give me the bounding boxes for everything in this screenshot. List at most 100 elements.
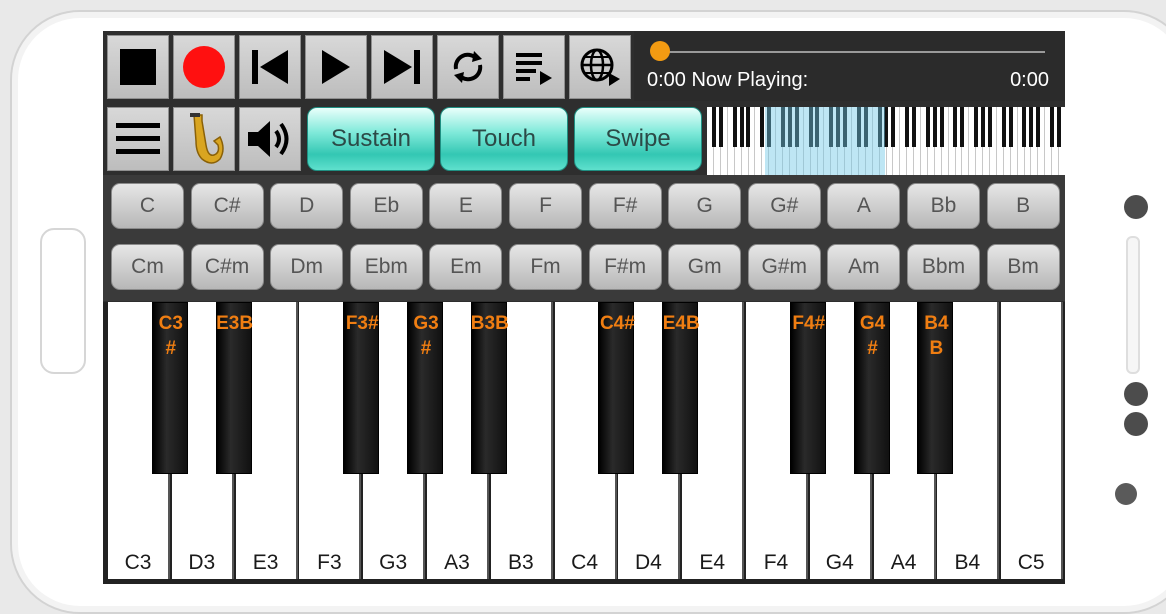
- chord-button-f[interactable]: F: [509, 183, 582, 229]
- mini-black-key: [739, 107, 744, 147]
- black-key-1[interactable]: E3B: [215, 302, 253, 474]
- chord-button-d[interactable]: D: [270, 183, 344, 229]
- mini-black-key: [891, 107, 896, 147]
- total-time: 0:00: [1010, 69, 1049, 91]
- record-button[interactable]: [173, 35, 235, 99]
- touch-button[interactable]: Touch: [440, 107, 568, 171]
- white-key-label: B3: [507, 551, 534, 574]
- mini-black-key: [1036, 107, 1041, 147]
- globe-icon: [579, 47, 621, 87]
- mini-black-key: [912, 107, 916, 147]
- mini-black-key: [732, 107, 737, 147]
- chord-button-fsharpm[interactable]: F#m: [588, 244, 662, 290]
- white-key-label: F4: [763, 551, 789, 574]
- stop-button[interactable]: [107, 35, 169, 99]
- mini-black-key: [746, 107, 751, 147]
- progress-track[interactable]: [652, 51, 1045, 53]
- now-playing-label: 0:00 Now Playing:: [647, 69, 809, 91]
- white-key-label: A4: [890, 551, 917, 574]
- visible-range-highlight[interactable]: [765, 107, 885, 175]
- chord-button-bb[interactable]: Bb: [907, 183, 980, 229]
- chord-button-fm[interactable]: Fm: [509, 244, 582, 290]
- skip-back-button[interactable]: [239, 35, 301, 99]
- chord-button-bm[interactable]: Bm: [986, 244, 1060, 290]
- black-key-9[interactable]: B4 B: [917, 302, 954, 474]
- phone-camera-dot: [1124, 195, 1148, 219]
- menu-button[interactable]: [107, 107, 169, 171]
- chord-button-gsharpm[interactable]: G#m: [747, 244, 821, 290]
- white-key-c5[interactable]: C5: [1001, 302, 1064, 579]
- black-key-label: C3 #: [158, 313, 183, 359]
- chord-button-dm[interactable]: Dm: [270, 244, 344, 290]
- black-key-2[interactable]: F3#: [343, 302, 380, 474]
- volume-icon: [246, 117, 294, 161]
- white-key-label: A3: [444, 551, 470, 574]
- mini-black-key: [974, 107, 979, 147]
- chord-button-a[interactable]: A: [827, 183, 901, 229]
- chord-button-gm[interactable]: Gm: [668, 244, 742, 290]
- chord-button-fsharp[interactable]: F#: [588, 183, 662, 229]
- chord-button-ebm[interactable]: Ebm: [349, 244, 423, 290]
- play-button[interactable]: [305, 35, 367, 99]
- mini-black-key: [925, 107, 930, 147]
- skip-forward-icon: [382, 47, 422, 87]
- chord-button-gsharp[interactable]: G#: [747, 183, 821, 229]
- chord-button-c[interactable]: C: [111, 183, 184, 229]
- playlist-button[interactable]: [503, 35, 565, 99]
- chord-button-e[interactable]: E: [429, 183, 503, 229]
- menu-icon: [116, 121, 160, 157]
- repeat-icon: [448, 47, 488, 87]
- white-key-label: B4: [954, 551, 981, 574]
- chord-button-eb[interactable]: Eb: [349, 183, 423, 229]
- black-key-8[interactable]: G4 #: [853, 302, 890, 474]
- white-key-label: E3: [252, 551, 279, 574]
- black-key-7[interactable]: F4#: [789, 302, 826, 474]
- chord-button-am[interactable]: Am: [827, 244, 901, 290]
- chord-button-csharpm[interactable]: C#m: [190, 244, 264, 290]
- mini-black-key: [1056, 107, 1061, 147]
- globe-button[interactable]: [569, 35, 631, 99]
- chord-button-b[interactable]: B: [986, 183, 1060, 229]
- mini-keyboard-navigator[interactable]: [707, 107, 1065, 175]
- black-key-0[interactable]: C3 #: [151, 302, 188, 474]
- white-key-label: E4: [699, 551, 726, 574]
- progress-knob[interactable]: [650, 41, 670, 61]
- phone-speaker-slot: [1126, 236, 1140, 374]
- repeat-button[interactable]: [437, 35, 499, 99]
- now-playing-panel: 0:00 Now Playing: 0:00: [634, 31, 1065, 101]
- mini-black-key: [981, 107, 985, 147]
- mini-black-key: [987, 107, 992, 147]
- piano-keyboard: C3 D3 E3 F3 G3 A3 B3 C4 D4 E4 F4 G4 A4 B4 C5 C3 # E3B F3# G…: [103, 302, 1065, 584]
- black-key-label: E3B: [216, 313, 254, 334]
- black-key-label: E4B: [662, 313, 700, 334]
- mini-black-key: [939, 107, 944, 147]
- black-key-label: G3 #: [413, 313, 439, 359]
- record-icon: [182, 45, 226, 89]
- chord-button-em[interactable]: Em: [429, 244, 503, 290]
- phone-home-button: [40, 228, 86, 374]
- instrument-button[interactable]: [173, 107, 235, 171]
- chord-button-bbm[interactable]: Bbm: [907, 244, 980, 290]
- white-key-label: C5: [1017, 551, 1045, 574]
- black-key-5[interactable]: C4#: [598, 302, 635, 474]
- black-key-3[interactable]: G3 #: [407, 302, 443, 474]
- volume-button[interactable]: [239, 107, 301, 171]
- chord-button-csharp[interactable]: C#: [190, 183, 264, 229]
- chord-button-cm[interactable]: Cm: [111, 244, 184, 290]
- skip-forward-button[interactable]: [371, 35, 433, 99]
- mini-black-key: [953, 107, 958, 147]
- white-key-label: F3: [317, 551, 342, 574]
- mini-black-key: [718, 107, 723, 147]
- chord-button-g[interactable]: G: [668, 183, 742, 229]
- sustain-button[interactable]: Sustain: [307, 107, 435, 171]
- mini-black-key: [760, 107, 765, 147]
- mini-black-key: [711, 107, 716, 147]
- black-key-4[interactable]: B3B: [471, 302, 509, 474]
- black-key-label: G4 #: [859, 313, 886, 359]
- swipe-button[interactable]: Swipe: [574, 107, 702, 171]
- chord-panel: C C# D Eb E F F# G G# A Bb B Cm C#m Dm Ebm Em Fm F#m Gm G#m A…: [103, 175, 1065, 301]
- app-screen: 0:00 Now Playing: 0:00 Sustain Touch Swi…: [103, 31, 1065, 584]
- black-key-label: C4#: [599, 313, 635, 334]
- black-key-6[interactable]: E4B: [662, 302, 700, 474]
- play-icon: [318, 47, 354, 87]
